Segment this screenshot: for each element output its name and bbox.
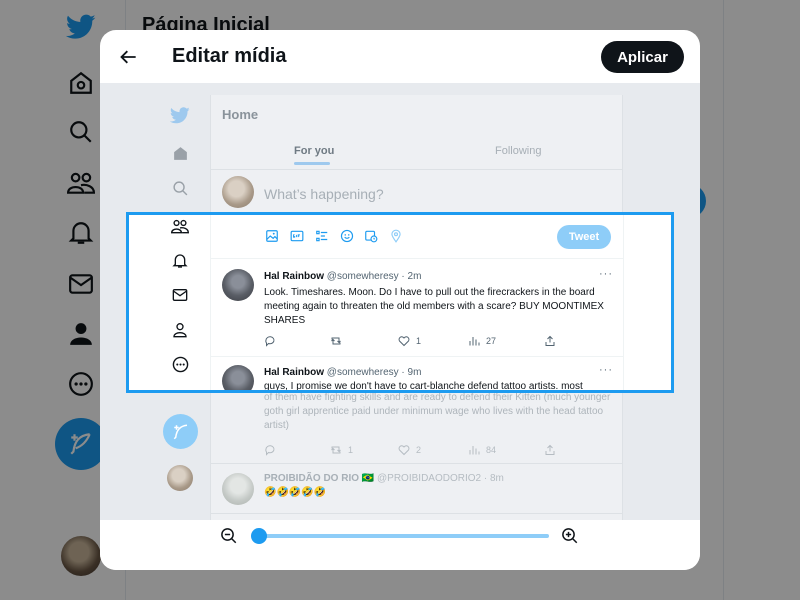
retweet-count: 1 [348,445,354,455]
emoji-icon [339,228,355,244]
zoom-slider-thumb[interactable] [251,528,267,544]
gif-icon [289,228,305,244]
tweet-author-name: Hal Rainbow [264,271,325,282]
zoom-in-icon [562,528,578,544]
like-icon [398,336,410,347]
screenshot-home-title: Home [222,107,259,122]
retweet-icon [330,335,342,347]
location-icon [388,228,404,244]
views-icon [469,446,480,455]
tweet-text-continued: of them have fighting skills and are rea… [264,392,611,431]
feather-icon [173,424,187,439]
reply-icon [264,444,276,456]
back-button[interactable] [112,40,146,74]
notifications-icon [170,251,190,271]
edit-media-dialog: Editar mídia Aplicar Home For you Follow… [100,30,700,570]
home-icon [170,143,190,163]
poll-icon [314,228,330,244]
tweet-author-name: Hal Rainbow [264,367,325,378]
dialog-header: Editar mídia Aplicar [100,30,700,83]
zoom-in-button[interactable] [560,526,580,546]
like-count: 2 [416,445,422,455]
views-icon [469,337,480,346]
more-options-icon: ··· [599,268,613,280]
messages-icon [170,285,190,305]
avatar [222,176,254,208]
arrow-left-icon [120,50,136,64]
avatar [222,269,254,301]
image-icon [264,228,280,244]
tweet-text: Look. Timeshares. Moon. Do I have to pul… [264,287,604,326]
schedule-icon [363,228,379,244]
zoom-slider-track[interactable] [259,534,549,538]
media-preview[interactable]: Home For you Following What’s happening?… [100,83,700,520]
tab-following: Following [495,145,542,157]
account-avatar [167,465,193,491]
twitter-logo-icon [170,105,190,125]
tweet-text: guys, I promise we don't have to cart-bl… [264,381,583,392]
tab-for-you: For you [294,145,335,157]
more-options-icon: ··· [599,364,613,376]
like-count: 1 [416,336,422,346]
views-count: 84 [486,445,497,455]
search-icon [170,178,190,198]
profile-icon [170,320,190,340]
views-count: 27 [486,336,497,346]
avatar [222,365,254,390]
dialog-title: Editar mídia [172,45,287,67]
tweet-handle-time: @somewheresy · 2m [326,271,422,282]
retweet-icon [331,446,341,454]
zoom-out-icon [221,528,237,544]
communities-icon [170,216,190,236]
zoom-controls [100,520,700,570]
share-icon [544,444,556,456]
more-icon [170,354,190,374]
like-icon [398,445,410,456]
share-icon [544,335,556,347]
tweet-text: 🤣🤣🤣🤣🤣 [264,487,327,498]
tweet-button: Tweet [557,225,611,249]
crop-box[interactable]: Tweet Hal Rainbow @somewheresy · 2m ··· … [126,212,674,393]
composer-placeholder: What’s happening? [264,186,384,202]
tweet-handle-time: @somewheresy · 9m [326,367,422,378]
tweet-handle-time: @PROIBIDAODORIO2 · 8m [377,473,504,484]
avatar [222,473,254,505]
apply-button[interactable]: Aplicar [601,41,684,73]
reply-icon [264,335,276,347]
tweet-author-name: PROIBIDÃO DO RIO 🇧🇷 [264,473,375,484]
zoom-out-button[interactable] [219,526,239,546]
compose-tweet-button [163,414,198,449]
